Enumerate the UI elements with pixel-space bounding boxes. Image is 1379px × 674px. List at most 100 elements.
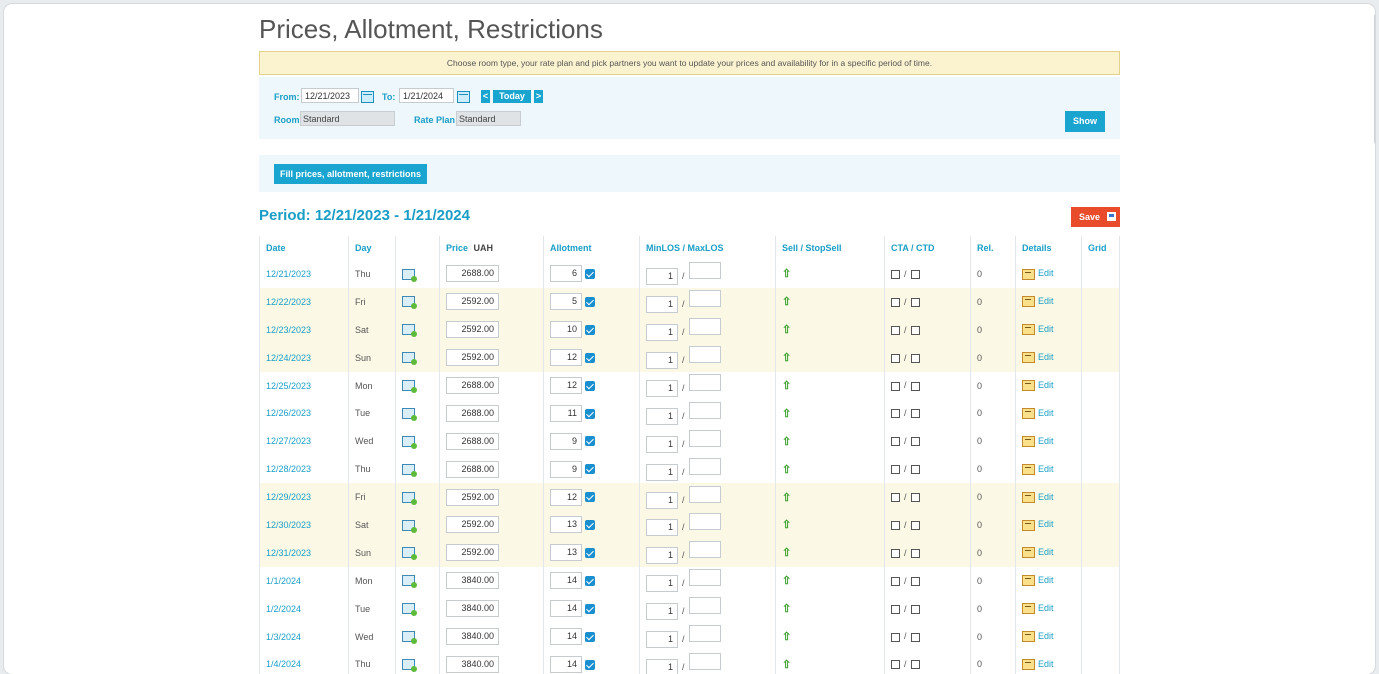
maxlos-input[interactable] xyxy=(688,485,721,503)
checkbox-checked-icon[interactable] xyxy=(584,520,595,531)
row-copy-icon[interactable] xyxy=(402,491,417,505)
edit-note-icon[interactable] xyxy=(1022,324,1035,336)
minlos-input[interactable]: 1 xyxy=(646,435,678,453)
ctd-checkbox[interactable] xyxy=(910,409,920,419)
ctd-checkbox[interactable] xyxy=(910,660,920,670)
row-date[interactable]: 12/29/2023 xyxy=(259,483,349,512)
row-date[interactable]: 1/3/2024 xyxy=(259,622,349,651)
allotment-input[interactable]: 12 xyxy=(550,377,582,394)
up-arrow-icon[interactable]: ⇧ xyxy=(782,659,791,671)
maxlos-input[interactable] xyxy=(688,541,721,559)
up-arrow-icon[interactable]: ⇧ xyxy=(782,380,791,392)
minlos-input[interactable]: 1 xyxy=(646,324,678,342)
allotment-input[interactable]: 13 xyxy=(550,544,582,562)
minlos-input[interactable]: 1 xyxy=(646,519,678,537)
ctd-checkbox[interactable] xyxy=(910,353,920,363)
maxlos-input[interactable] xyxy=(688,625,721,643)
show-button[interactable]: Show xyxy=(1065,111,1105,132)
edit-note-icon[interactable] xyxy=(1022,296,1035,308)
minlos-input[interactable]: 1 xyxy=(646,380,678,397)
cta-checkbox[interactable] xyxy=(891,576,900,586)
maxlos-input[interactable] xyxy=(688,429,721,447)
row-date[interactable]: 12/22/2023 xyxy=(259,287,349,316)
up-arrow-icon[interactable]: ⇧ xyxy=(782,352,791,364)
cta-checkbox[interactable] xyxy=(891,632,900,642)
cta-checkbox[interactable] xyxy=(891,409,900,419)
up-arrow-icon[interactable]: ⇧ xyxy=(782,464,791,476)
minlos-input[interactable]: 1 xyxy=(646,575,678,593)
cta-checkbox[interactable] xyxy=(891,660,900,670)
maxlos-input[interactable] xyxy=(688,652,721,670)
up-arrow-icon[interactable]: ⇧ xyxy=(782,547,791,559)
price-input[interactable]: 3840.00 xyxy=(446,628,499,646)
price-input[interactable]: 2688.00 xyxy=(446,404,499,422)
ctd-checkbox[interactable] xyxy=(910,493,920,503)
minlos-input[interactable]: 1 xyxy=(646,631,678,649)
row-copy-icon[interactable] xyxy=(402,268,417,282)
up-arrow-icon[interactable]: ⇧ xyxy=(782,631,791,643)
edit-link[interactable]: Edit xyxy=(1038,603,1054,613)
up-arrow-icon[interactable]: ⇧ xyxy=(782,296,791,308)
ctd-checkbox[interactable] xyxy=(910,576,920,586)
edit-note-icon[interactable] xyxy=(1022,352,1035,364)
row-copy-icon[interactable] xyxy=(402,519,417,533)
edit-link[interactable]: Edit xyxy=(1038,268,1054,278)
edit-link[interactable]: Edit xyxy=(1038,519,1054,529)
ctd-checkbox[interactable] xyxy=(910,381,920,391)
cta-checkbox[interactable] xyxy=(891,465,900,475)
maxlos-input[interactable] xyxy=(688,457,721,475)
up-arrow-icon[interactable]: ⇧ xyxy=(782,603,791,615)
allotment-input[interactable]: 12 xyxy=(550,349,582,367)
price-input[interactable]: 2688.00 xyxy=(446,265,499,283)
edit-link[interactable]: Edit xyxy=(1038,575,1054,585)
row-copy-icon[interactable] xyxy=(402,631,417,645)
allotment-input[interactable]: 12 xyxy=(550,488,582,506)
edit-note-icon[interactable] xyxy=(1022,380,1035,392)
checkbox-checked-icon[interactable] xyxy=(584,324,595,335)
allotment-input[interactable]: 14 xyxy=(550,572,582,590)
row-date[interactable]: 12/23/2023 xyxy=(259,315,349,344)
maxlos-input[interactable] xyxy=(688,401,721,419)
price-input[interactable]: 2592.00 xyxy=(446,349,499,367)
minlos-input[interactable]: 1 xyxy=(646,658,678,674)
allotment-input[interactable]: 6 xyxy=(550,265,582,283)
edit-note-icon[interactable] xyxy=(1022,407,1035,419)
cta-checkbox[interactable] xyxy=(891,297,900,307)
price-input[interactable]: 3840.00 xyxy=(446,600,499,618)
edit-link[interactable]: Edit xyxy=(1038,352,1054,362)
allotment-input[interactable]: 9 xyxy=(550,432,582,450)
maxlos-input[interactable] xyxy=(688,569,721,587)
allotment-input[interactable]: 5 xyxy=(550,293,582,311)
cta-checkbox[interactable] xyxy=(891,270,900,279)
checkbox-checked-icon[interactable] xyxy=(584,464,595,475)
price-input[interactable]: 2592.00 xyxy=(446,544,499,562)
row-copy-icon[interactable] xyxy=(402,296,417,310)
edit-note-icon[interactable] xyxy=(1022,435,1035,447)
allotment-input[interactable]: 14 xyxy=(550,600,582,618)
ctd-checkbox[interactable] xyxy=(910,521,920,531)
checkbox-checked-icon[interactable] xyxy=(584,352,595,363)
checkbox-checked-icon[interactable] xyxy=(584,547,595,558)
price-input[interactable]: 2688.00 xyxy=(446,377,499,394)
minlos-input[interactable]: 1 xyxy=(646,547,678,565)
cta-checkbox[interactable] xyxy=(891,548,900,558)
row-date[interactable]: 12/21/2023 xyxy=(259,260,349,288)
row-copy-icon[interactable] xyxy=(402,547,417,561)
row-date[interactable]: 12/30/2023 xyxy=(259,511,349,539)
to-date-input[interactable]: 1/21/2024 xyxy=(399,88,454,103)
checkbox-checked-icon[interactable] xyxy=(584,631,595,642)
today-button[interactable]: Today xyxy=(493,90,531,103)
maxlos-input[interactable] xyxy=(688,374,721,391)
calendar-icon[interactable] xyxy=(361,91,374,103)
minlos-input[interactable]: 1 xyxy=(646,603,678,621)
price-input[interactable]: 2592.00 xyxy=(446,488,499,506)
price-input[interactable]: 2592.00 xyxy=(446,293,499,311)
cta-checkbox[interactable] xyxy=(891,493,900,503)
checkbox-checked-icon[interactable] xyxy=(584,575,595,586)
maxlos-input[interactable] xyxy=(688,513,721,531)
row-copy-icon[interactable] xyxy=(402,352,417,366)
edit-note-icon[interactable] xyxy=(1022,519,1035,531)
ctd-checkbox[interactable] xyxy=(910,604,920,614)
up-arrow-icon[interactable]: ⇧ xyxy=(782,492,791,504)
room-select[interactable]: Standard xyxy=(300,111,395,126)
